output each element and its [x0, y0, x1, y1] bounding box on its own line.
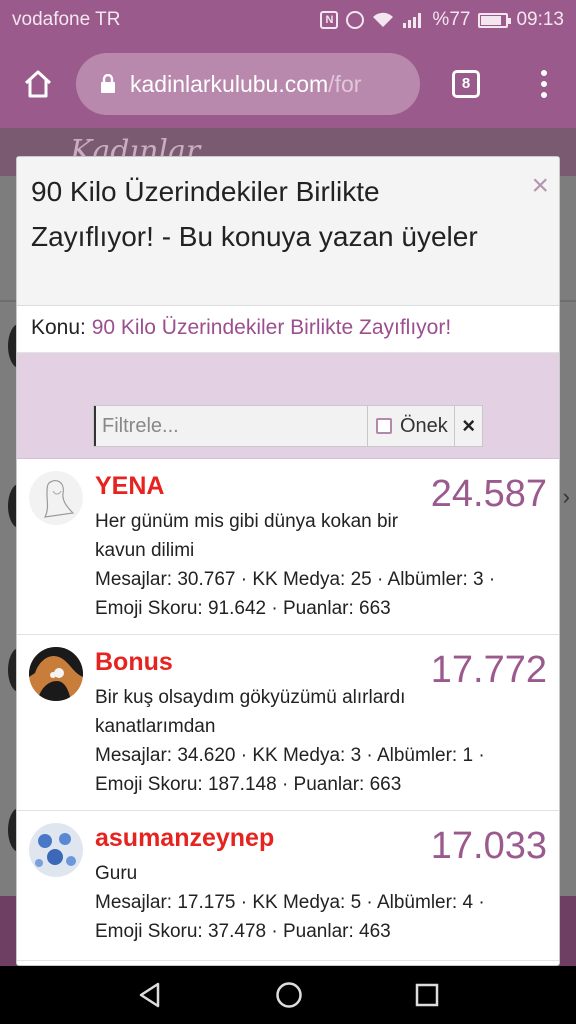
carrier-name: vodafone TR [12, 9, 121, 30]
tab-switcher-button[interactable]: 8 [420, 40, 512, 128]
dialog-title: 90 Kilo Üzerindekiler Birlikte Zayıflıyo… [31, 176, 478, 252]
member-stats: Emoji Skoru: 37.478 · Puanlar: 463 [95, 921, 391, 942]
topic-link[interactable]: 90 Kilo Üzerindekiler Birlikte Zayıflıyo… [92, 316, 451, 339]
member-stats: Mesajlar: 34.620 · KK Medya: 3 · Albümle… [95, 745, 485, 766]
list-item: YENA Her günüm mis gibi dünya kokan bir … [17, 459, 559, 635]
browser-toolbar: kadinlarkulubu.com/for 8 [0, 40, 576, 128]
battery-icon [478, 12, 512, 28]
tab-count: 8 [452, 70, 480, 98]
home-circle-icon[interactable] [275, 981, 303, 1009]
clear-filter-button[interactable]: × [454, 406, 482, 446]
filter-input[interactable] [94, 406, 367, 446]
system-nav-bar [0, 966, 576, 1024]
topic-label: Konu: [31, 316, 86, 339]
member-stats: Emoji Skoru: 91.642 · Puanlar: 663 [95, 598, 391, 619]
close-button[interactable]: × [531, 171, 549, 201]
members-dialog: 90 Kilo Üzerindekiler Birlikte Zayıflıyo… [16, 156, 560, 966]
member-score: 24.587 [430, 473, 547, 515]
url-path: /for [328, 70, 362, 97]
home-button[interactable] [0, 40, 76, 128]
prefix-checkbox[interactable] [376, 418, 392, 434]
prefix-label: Önek [400, 414, 448, 437]
battery-percent: %77 [432, 9, 471, 30]
status-bar: vodafone TR N %77 09:13 [0, 0, 576, 40]
signal-icon [403, 13, 422, 28]
member-title: Her günüm mis gibi dünya kokan bir kavun… [95, 511, 399, 561]
recents-icon[interactable] [414, 982, 440, 1008]
kebab-dot [541, 92, 547, 98]
wifi-icon [373, 12, 394, 27]
url-domain: kadinlarkulubu.com [130, 70, 329, 97]
status-icons: N %77 09:13 [320, 9, 564, 31]
avatar[interactable] [29, 471, 83, 525]
member-stats: Emoji Skoru: 187.148 · Puanlar: 663 [95, 774, 402, 795]
member-score: 17.772 [430, 649, 547, 691]
prefix-toggle[interactable]: Önek [367, 406, 454, 446]
list-item: Bonus Bir kuş olsaydım gökyüzümü alırlar… [17, 635, 559, 811]
kebab-dot [541, 70, 547, 76]
alarm-icon [346, 11, 365, 29]
avatar[interactable] [29, 647, 83, 701]
address-bar[interactable]: kadinlarkulubu.com/for [76, 53, 420, 115]
back-icon[interactable] [136, 981, 164, 1009]
chevron-right-icon: › [562, 484, 570, 509]
list-item: asumanzeynep Guru Mesajlar: 17.175 · KK … [17, 811, 559, 961]
member-stats: Mesajlar: 17.175 · KK Medya: 5 · Albümle… [95, 892, 485, 913]
member-list: YENA Her günüm mis gibi dünya kokan bir … [17, 459, 559, 961]
kebab-dot [541, 81, 547, 87]
filter-area: Önek × [17, 353, 559, 459]
avatar[interactable] [29, 823, 83, 877]
lock-icon [101, 74, 115, 93]
home-icon [24, 70, 52, 98]
member-score: 17.033 [430, 825, 547, 867]
nfc-icon: N [320, 11, 339, 29]
dialog-header: 90 Kilo Üzerindekiler Birlikte Zayıflıyo… [17, 157, 559, 306]
member-title: Bir kuş olsaydım gökyüzümü alırlardı kan… [95, 687, 406, 737]
clock: 09:13 [516, 9, 564, 30]
member-stats: Mesajlar: 30.767 · KK Medya: 25 · Albüml… [95, 569, 496, 590]
topic-line: Konu: 90 Kilo Üzerindekiler Birlikte Zay… [17, 306, 559, 353]
member-title: Guru [95, 863, 138, 884]
filter-bar: Önek × [93, 405, 483, 447]
browser-menu-button[interactable] [512, 40, 576, 128]
